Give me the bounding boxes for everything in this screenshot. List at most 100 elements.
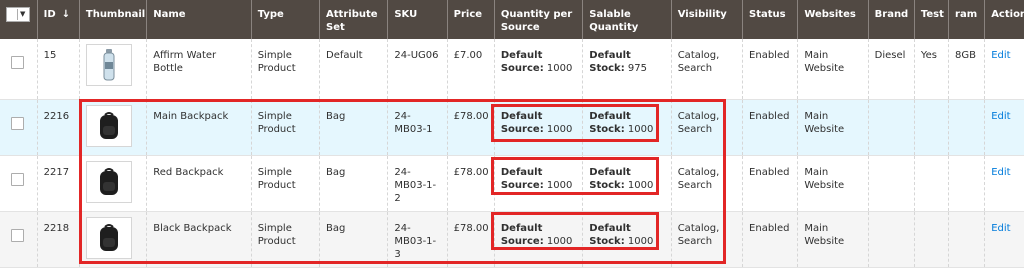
source-qty: 1000 xyxy=(546,179,573,191)
backpack-icon xyxy=(99,223,118,251)
water-bottle-thumbnail[interactable] xyxy=(85,44,132,86)
cell-salable-qty: Default Stock: 1000 xyxy=(582,211,672,267)
row-checkbox[interactable] xyxy=(11,228,24,242)
backpack-thumbnail[interactable] xyxy=(85,104,132,147)
cell-qty-per-source: Default Source: 1000 xyxy=(494,211,584,267)
column-header-id[interactable]: ID ↓ xyxy=(37,0,80,39)
cell-attribute-set: Bag xyxy=(319,211,389,267)
cell-type: Simple Product xyxy=(251,39,321,99)
cell-websites: Main Website xyxy=(797,39,869,99)
backpack-thumbnail[interactable] xyxy=(85,160,132,203)
cell-qty-per-source: Default Source: 1000 xyxy=(494,155,584,211)
column-header-visibility[interactable]: Visibility xyxy=(671,0,744,39)
source-label: Default Source: xyxy=(500,166,544,191)
cell-price: £7.00 xyxy=(447,39,495,99)
column-header-ram[interactable]: ram xyxy=(948,0,986,39)
source-label: Default Source: xyxy=(500,110,544,135)
cell-test: Yes xyxy=(914,39,950,99)
source-qty: 1000 xyxy=(546,123,573,135)
cell-price: £78.00 xyxy=(447,211,495,267)
table-row[interactable]: 15 Affirm Water Bottle Simple Product De… xyxy=(0,39,1024,99)
stock-qty: 1000 xyxy=(627,179,654,191)
row-checkbox[interactable] xyxy=(11,116,24,130)
cell-sku: 24-MB03-1-2 xyxy=(387,155,448,211)
row-select-cell[interactable] xyxy=(0,211,38,267)
sort-arrow-icon[interactable]: ↓ xyxy=(62,9,70,20)
cell-attribute-set: Bag xyxy=(319,99,389,155)
cell-sku: 24-UG06 xyxy=(387,39,448,99)
cell-status: Enabled xyxy=(742,99,799,155)
cell-action: Edit xyxy=(984,99,1024,155)
row-checkbox[interactable] xyxy=(11,56,24,69)
cell-ram xyxy=(948,211,986,267)
cell-brand: Diesel xyxy=(868,39,915,99)
backpack-icon xyxy=(99,167,118,195)
cell-visibility: Catalog, Search xyxy=(671,99,744,155)
cell-name: Affirm Water Bottle xyxy=(146,39,252,99)
stock-qty: 975 xyxy=(627,63,647,74)
mass-select-checkbox[interactable] xyxy=(7,9,18,20)
column-header-status[interactable]: Status xyxy=(742,0,799,39)
cell-id: 2217 xyxy=(37,155,80,211)
column-header-brand[interactable]: Brand xyxy=(868,0,915,39)
cell-name: Red Backpack xyxy=(146,155,252,211)
table-row[interactable]: 2217 Red Backpack Simple Product Bag 24-… xyxy=(0,155,1024,211)
stock-label: Default Stock: xyxy=(589,166,631,191)
stock-label: Default Stock: xyxy=(589,110,631,135)
backpack-icon xyxy=(99,111,118,139)
table-row[interactable]: 2218 Black Backpack Simple Product Bag 2… xyxy=(0,211,1024,267)
edit-link[interactable]: Edit xyxy=(991,111,1010,122)
cell-sku: 24-MB03-1 xyxy=(387,99,448,155)
edit-link[interactable]: Edit xyxy=(991,167,1010,178)
cell-brand xyxy=(868,211,915,267)
cell-test xyxy=(914,211,950,267)
cell-type: Simple Product xyxy=(251,99,321,155)
column-header-sku[interactable]: SKU xyxy=(387,0,448,39)
cell-thumbnail xyxy=(79,211,148,267)
cell-action: Edit xyxy=(984,155,1024,211)
cell-attribute-set: Bag xyxy=(319,155,389,211)
cell-salable-qty: Default Stock: 1000 xyxy=(582,155,672,211)
grid-header-row: ▼ ID ↓ Thumbnail Name Type Attribute Set … xyxy=(0,0,1024,39)
cell-price: £78.00 xyxy=(447,155,495,211)
column-header-test[interactable]: Test xyxy=(914,0,950,39)
row-select-cell[interactable] xyxy=(0,39,38,99)
mass-select-dropdown[interactable]: ▼ xyxy=(6,7,30,22)
mass-action-header[interactable]: ▼ xyxy=(0,0,38,39)
chevron-down-icon[interactable]: ▼ xyxy=(18,8,25,21)
row-select-cell[interactable] xyxy=(0,99,38,155)
table-row[interactable]: 2216 Main Backpack Simple Product Bag 24… xyxy=(0,99,1024,155)
cell-thumbnail xyxy=(79,155,148,211)
cell-salable-qty: Default Stock: 1000 xyxy=(582,99,672,155)
stock-label: Default Stock: xyxy=(589,50,631,74)
cell-id: 15 xyxy=(37,39,80,99)
column-header-name[interactable]: Name xyxy=(146,0,252,39)
row-select-cell[interactable] xyxy=(0,155,38,211)
cell-status: Enabled xyxy=(742,39,799,99)
stock-qty: 1000 xyxy=(627,235,654,247)
cell-price: £78.00 xyxy=(447,99,495,155)
column-header-thumbnail: Thumbnail xyxy=(79,0,148,39)
cell-websites: Main Website xyxy=(797,155,869,211)
cell-thumbnail xyxy=(79,39,148,99)
backpack-thumbnail[interactable] xyxy=(85,216,132,259)
cell-test xyxy=(914,99,950,155)
column-header-salable-qty: Salable Quantity xyxy=(582,0,672,39)
column-id-label: ID xyxy=(43,9,56,20)
edit-link[interactable]: Edit xyxy=(991,50,1010,61)
column-header-type[interactable]: Type xyxy=(251,0,321,39)
cell-visibility: Catalog, Search xyxy=(671,39,744,99)
cell-type: Simple Product xyxy=(251,211,321,267)
cell-qty-per-source: Default Source: 1000 xyxy=(494,39,584,99)
cell-brand xyxy=(868,155,915,211)
column-header-attribute-set[interactable]: Attribute Set xyxy=(319,0,389,39)
row-checkbox[interactable] xyxy=(11,172,24,186)
cell-attribute-set: Default xyxy=(319,39,389,99)
cell-ram xyxy=(948,99,986,155)
cell-status: Enabled xyxy=(742,211,799,267)
edit-link[interactable]: Edit xyxy=(991,223,1010,234)
column-header-websites[interactable]: Websites xyxy=(797,0,869,39)
water-bottle-icon xyxy=(103,49,115,81)
column-header-price[interactable]: Price xyxy=(447,0,495,39)
cell-websites: Main Website xyxy=(797,99,869,155)
